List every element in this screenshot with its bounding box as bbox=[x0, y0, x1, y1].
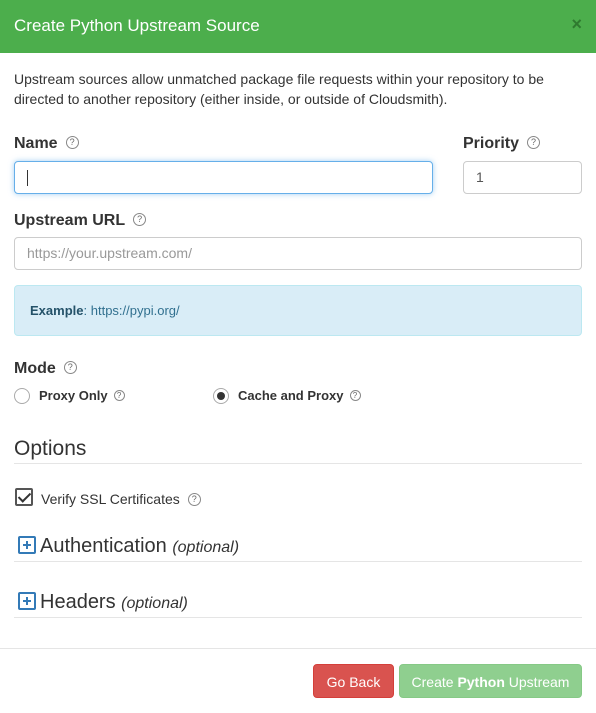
text-caret bbox=[27, 170, 28, 187]
radio-proxy-only[interactable]: Proxy Only? bbox=[14, 387, 125, 405]
authentication-optional: (optional) bbox=[172, 539, 240, 556]
intro-text: Upstream sources allow unmatched package… bbox=[14, 71, 544, 107]
authentication-divider bbox=[14, 561, 582, 562]
headers-divider bbox=[14, 617, 582, 618]
url-placeholder: https://your.upstream.com/ bbox=[27, 245, 192, 261]
mode-help-icon[interactable]: ? bbox=[63, 361, 77, 375]
verify-ssl-row[interactable]: Verify SSL Certificates? bbox=[41, 491, 201, 507]
radio-icon-cache-and-proxy[interactable] bbox=[213, 387, 229, 404]
example-prefix: Example bbox=[30, 303, 84, 318]
url-label-row: Upstream URL? bbox=[14, 212, 147, 230]
name-label-row: Name? bbox=[14, 135, 79, 153]
modal-header: Create Python Upstream Source × bbox=[0, 0, 596, 53]
priority-label: Priority bbox=[463, 135, 520, 152]
url-input[interactable]: https://your.upstream.com/ bbox=[14, 237, 582, 270]
verify-ssl-checkbox[interactable] bbox=[15, 488, 33, 506]
headers-optional: (optional) bbox=[121, 595, 188, 612]
mode-label: Mode bbox=[14, 360, 56, 377]
expand-plus-icon[interactable] bbox=[18, 591, 36, 610]
create-suffix: Upstream bbox=[508, 674, 570, 690]
create-upstream-button[interactable]: Create Python Upstream bbox=[399, 664, 582, 698]
url-help-icon[interactable]: ? bbox=[133, 213, 147, 227]
mode-label-row: Mode? bbox=[14, 360, 77, 378]
verify-ssl-help-icon[interactable]: ? bbox=[187, 492, 201, 506]
name-label: Name bbox=[14, 135, 58, 152]
proxy-only-help-icon[interactable]: ? bbox=[113, 390, 125, 402]
url-label: Upstream URL bbox=[14, 212, 126, 229]
name-input[interactable] bbox=[14, 161, 433, 194]
example-alert: Example: https://pypi.org/ bbox=[14, 285, 582, 336]
cache-proxy-help-icon[interactable]: ? bbox=[349, 390, 361, 402]
verify-ssl-label: Verify SSL Certificates bbox=[41, 491, 180, 507]
example-colon: : bbox=[83, 303, 88, 318]
headers-title: Headers bbox=[40, 591, 116, 613]
authentication-title: Authentication bbox=[40, 535, 167, 557]
priority-input[interactable]: 1 bbox=[463, 161, 582, 194]
close-icon[interactable]: × bbox=[571, 14, 582, 35]
priority-label-row: Priority? bbox=[463, 135, 541, 153]
name-help-icon[interactable]: ? bbox=[65, 136, 79, 150]
options-divider bbox=[14, 463, 582, 464]
authentication-toggle[interactable]: Authentication (optional) bbox=[18, 535, 239, 558]
headers-toggle[interactable]: Headers (optional) bbox=[18, 591, 188, 614]
create-prefix: Create bbox=[411, 674, 454, 690]
footer-divider bbox=[0, 648, 596, 649]
create-format: Python bbox=[457, 674, 505, 690]
modal-title: Create Python Upstream Source bbox=[14, 16, 260, 35]
expand-plus-icon[interactable] bbox=[18, 535, 36, 554]
priority-input-value: 1 bbox=[476, 169, 484, 185]
radio-label-cache-and-proxy: Cache and Proxy bbox=[238, 388, 344, 403]
radio-cache-and-proxy[interactable]: Cache and Proxy? bbox=[213, 387, 361, 405]
options-heading: Options bbox=[14, 437, 87, 460]
radio-icon-proxy-only[interactable] bbox=[14, 387, 30, 404]
example-url: https://pypi.org/ bbox=[90, 303, 180, 318]
go-back-button[interactable]: Go Back bbox=[313, 664, 394, 698]
radio-label-proxy-only: Proxy Only bbox=[39, 388, 108, 403]
priority-help-icon[interactable]: ? bbox=[527, 136, 541, 150]
